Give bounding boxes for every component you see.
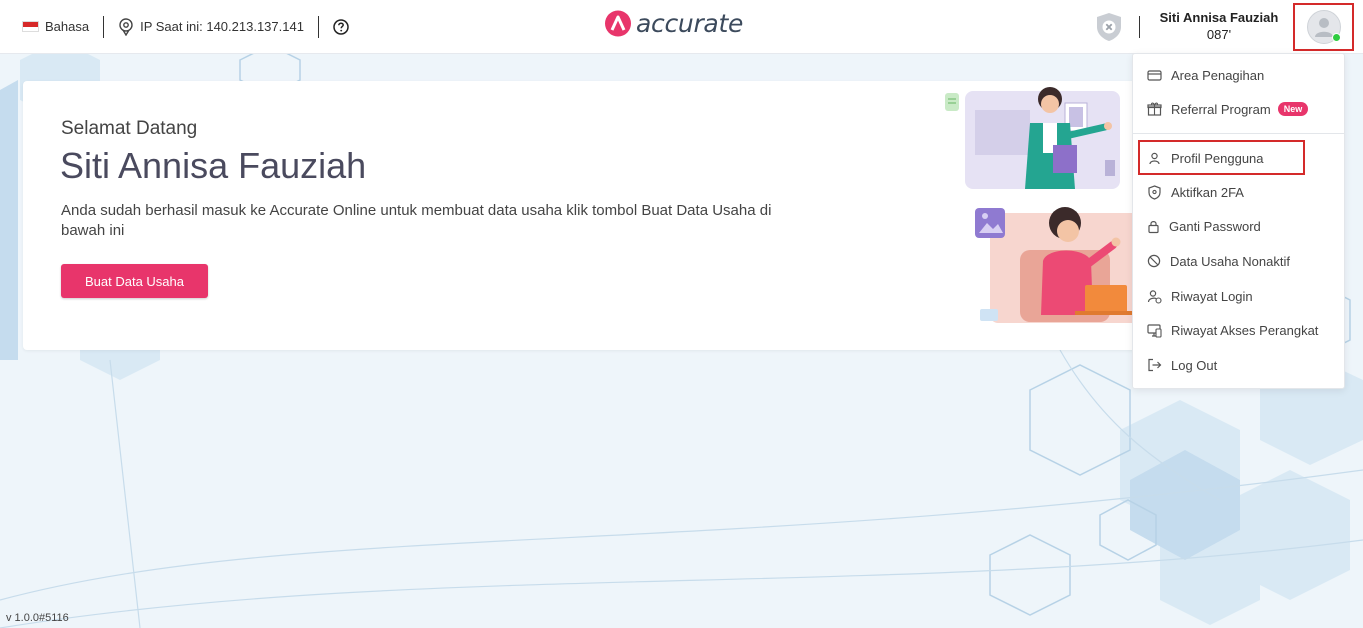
menu-item-label: Log Out: [1171, 357, 1218, 373]
accurate-logo[interactable]: accurate: [605, 9, 743, 38]
menu-item-ganti-password[interactable]: Ganti Password: [1133, 209, 1344, 243]
welcome-greeting: Selamat Datang: [61, 118, 198, 139]
user-history-icon: [1147, 289, 1162, 304]
logo-text: accurate: [636, 9, 744, 38]
user-icon: [1149, 152, 1160, 165]
avatar-button[interactable]: [1293, 3, 1354, 51]
welcome-illustration: [945, 87, 1140, 323]
menu-item-label: Profil Pengguna: [1171, 150, 1264, 166]
ban-icon: [1147, 254, 1161, 268]
user-phone: 087': [1206, 27, 1232, 42]
indonesia-flag-icon[interactable]: [22, 21, 39, 32]
card-icon: [1147, 69, 1162, 81]
welcome-description: Anda sudah berhasil masuk ke Accurate On…: [61, 202, 772, 239]
help-icon[interactable]: [333, 18, 349, 35]
menu-item-label: Riwayat Login: [1171, 288, 1253, 304]
create-business-data-button[interactable]: Buat Data Usaha: [61, 264, 208, 298]
menu-item-log-out[interactable]: Log Out: [1133, 348, 1344, 382]
logout-icon: [1148, 358, 1162, 372]
welcome-card: Selamat Datang Siti Annisa Fauziah Anda …: [23, 81, 1145, 350]
gift-icon: [1147, 102, 1162, 116]
menu-item-label: Area Penagihan: [1171, 67, 1265, 83]
shield-icon: [1148, 184, 1161, 200]
top-bar: Bahasa IP Saat ini: 140.213.137.141 accu…: [0, 0, 1363, 54]
ip-address-label: IP Saat ini: 140.213.137.141: [140, 19, 304, 34]
avatar: [1306, 10, 1341, 44]
menu-divider: [1133, 133, 1344, 134]
user-info[interactable]: Siti Annisa Fauziah 087': [1150, 10, 1288, 42]
user-silhouette-icon: [1314, 18, 1333, 37]
version-label: v 1.0.0#5116: [6, 612, 69, 624]
user-name: Siti Annisa Fauziah: [1159, 10, 1279, 25]
location-pin-icon: [119, 17, 133, 36]
menu-item-label: Riwayat Akses Perangkat: [1171, 322, 1319, 338]
device-icon: [1147, 323, 1162, 338]
menu-item-riwayat-akses-perangkat[interactable]: Riwayat Akses Perangkat: [1133, 313, 1344, 347]
divider: [103, 15, 105, 38]
menu-item-data-usaha-nonaktif[interactable]: Data Usaha Nonaktif: [1133, 244, 1344, 278]
menu-item-profil-pengguna[interactable]: Profil Pengguna: [1133, 141, 1344, 175]
welcome-user-name: Siti Annisa Fauziah: [60, 145, 367, 186]
menu-item-aktifkan-2fa[interactable]: Aktifkan 2FA: [1133, 175, 1344, 209]
menu-item-riwayat-login[interactable]: Riwayat Login: [1133, 279, 1344, 313]
accurate-logo-icon: [605, 10, 631, 37]
user-dropdown-menu: Area Penagihan Referral Program New Prof…: [1132, 53, 1345, 389]
top-bar-left: Bahasa IP Saat ini: 140.213.137.141: [0, 0, 349, 54]
lock-icon: [1148, 220, 1159, 233]
online-status-dot: [1331, 33, 1341, 42]
menu-item-area-penagihan[interactable]: Area Penagihan: [1133, 58, 1344, 92]
language-selector[interactable]: Bahasa: [45, 19, 89, 34]
menu-item-label: Referral Program: [1171, 101, 1271, 117]
security-shield-icon[interactable]: [1094, 11, 1124, 43]
menu-item-label: Ganti Password: [1169, 218, 1261, 234]
menu-item-referral-program[interactable]: Referral Program New: [1133, 92, 1344, 126]
divider: [317, 15, 319, 38]
menu-item-label: Data Usaha Nonaktif: [1170, 253, 1290, 269]
new-badge: New: [1277, 102, 1309, 116]
menu-item-label: Aktifkan 2FA: [1171, 184, 1244, 200]
divider: [1139, 16, 1140, 38]
